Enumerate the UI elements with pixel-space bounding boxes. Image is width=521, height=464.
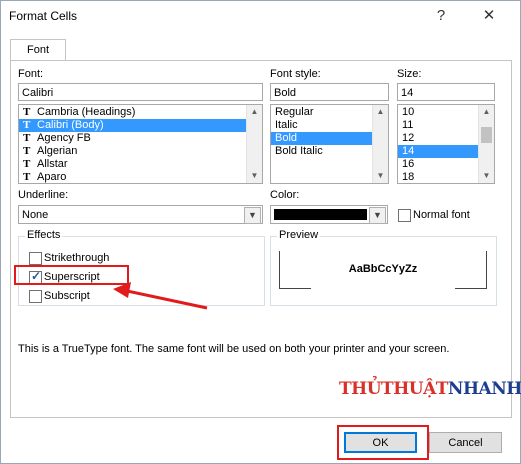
font-list-item-label: Cambria (Headings)	[37, 106, 136, 118]
font-list-item[interactable]: T Agency FB	[19, 132, 262, 145]
preview-group: Preview AaBbCcYyZz	[270, 229, 497, 306]
effects-title: Effects	[25, 229, 63, 241]
truetype-icon: T	[23, 106, 31, 118]
font-style-item[interactable]: Italic	[271, 119, 388, 132]
chevron-down-icon[interactable]: ▼	[244, 207, 261, 224]
normal-font-checkbox[interactable]	[398, 209, 411, 222]
format-cells-dialog: Format Cells ? ✕ Font Font: Calibri T Cam…	[0, 0, 521, 464]
watermark-part2: NHANH	[447, 379, 521, 399]
truetype-icon: T	[23, 132, 31, 144]
size-item[interactable]: 18	[398, 171, 479, 183]
scroll-down-icon[interactable]: ▼	[373, 169, 388, 183]
scroll-up-icon[interactable]: ▲	[247, 105, 262, 119]
font-list-item[interactable]: T Cambria (Headings)	[19, 106, 262, 119]
watermark-logo: THỦTHUẬTNHANH	[339, 379, 521, 399]
title-bar: Format Cells ? ✕	[1, 1, 520, 31]
font-list[interactable]: T Cambria (Headings) T Calibri (Body) T Age…	[18, 104, 263, 184]
size-list[interactable]: 10 11 12 14 16 18 ▲ ▼	[397, 104, 495, 184]
strikethrough-checkbox[interactable]	[29, 252, 42, 265]
font-list-item-label: Aparo	[37, 171, 67, 183]
font-name-value: Calibri	[22, 87, 54, 99]
preview-sample-text: AaBbCcYyZz	[348, 263, 418, 275]
font-style-input[interactable]: Bold	[270, 83, 389, 101]
color-label: Color:	[270, 189, 300, 201]
scroll-down-icon[interactable]: ▼	[247, 169, 262, 183]
scroll-down-icon[interactable]: ▼	[479, 169, 494, 183]
color-swatch	[274, 209, 367, 220]
cancel-button[interactable]: Cancel	[429, 432, 502, 453]
underline-value: None	[22, 209, 49, 221]
font-list-item-label: Allstar	[37, 158, 68, 170]
font-list-item-selected[interactable]: T Calibri (Body)	[19, 119, 262, 132]
subscript-checkbox[interactable]	[29, 290, 42, 303]
help-button[interactable]: ?	[429, 5, 453, 27]
font-list-item[interactable]: T Allstar	[19, 158, 262, 171]
underline-label: Underline:	[18, 189, 69, 201]
subscript-label: Subscript	[44, 290, 90, 302]
size-item[interactable]: 10	[398, 106, 479, 119]
normal-font-label: Normal font	[413, 209, 470, 221]
font-list-item[interactable]: T Algerian	[19, 145, 262, 158]
font-label: Font:	[18, 68, 44, 80]
tab-font[interactable]: Font	[10, 39, 66, 61]
font-style-value: Bold	[274, 87, 297, 99]
size-input[interactable]: 14	[397, 83, 495, 101]
font-style-list[interactable]: Regular Italic Bold Bold Italic ▲ ▼	[270, 104, 389, 184]
truetype-icon: T	[23, 171, 31, 183]
truetype-icon: T	[23, 119, 31, 131]
font-list-item-label: Algerian	[37, 145, 78, 157]
size-item[interactable]: 16	[398, 158, 479, 171]
font-tab-panel: Font: Calibri T Cambria (Headings) T Calib…	[10, 60, 521, 418]
font-style-item-selected[interactable]: Bold	[271, 132, 373, 145]
size-label: Size:	[397, 68, 422, 80]
strikethrough-label: Strikethrough	[44, 252, 110, 264]
font-name-input[interactable]: Calibri	[18, 83, 263, 101]
truetype-info-text: This is a TrueType font. The same font w…	[18, 343, 450, 355]
close-button[interactable]: ✕	[477, 5, 501, 27]
ok-highlight-box	[337, 425, 429, 460]
font-list-scrollbar[interactable]: ▲ ▼	[246, 105, 262, 183]
chevron-down-icon[interactable]: ▼	[369, 207, 386, 224]
size-item[interactable]: 12	[398, 132, 479, 145]
font-list-item[interactable]: T Aparo	[19, 171, 262, 183]
font-style-item[interactable]: Bold Italic	[271, 145, 388, 158]
watermark-part1: THỦTHUẬT	[339, 379, 448, 399]
preview-title: Preview	[277, 229, 321, 241]
size-value: 14	[401, 87, 414, 99]
dialog-title: Format Cells	[9, 9, 78, 23]
truetype-icon: T	[23, 145, 31, 157]
scroll-thumb[interactable]	[481, 127, 492, 143]
color-dropdown[interactable]: ▼	[270, 205, 388, 224]
truetype-icon: T	[23, 158, 31, 170]
size-item-selected[interactable]: 14	[398, 145, 479, 158]
font-style-scrollbar[interactable]: ▲ ▼	[372, 105, 388, 183]
scroll-up-icon[interactable]: ▲	[373, 105, 388, 119]
preview-box: AaBbCcYyZz	[279, 251, 487, 289]
scroll-up-icon[interactable]: ▲	[479, 105, 494, 119]
annotation-arrow-icon	[113, 282, 208, 310]
size-scrollbar[interactable]: ▲ ▼	[478, 105, 494, 183]
underline-dropdown[interactable]: None ▼	[18, 205, 263, 224]
font-list-item-label: Agency FB	[37, 132, 91, 144]
font-list-item-label: Calibri (Body)	[37, 119, 104, 131]
font-style-label: Font style:	[270, 68, 321, 80]
font-style-item[interactable]: Regular	[271, 106, 388, 119]
size-item[interactable]: 11	[398, 119, 479, 132]
